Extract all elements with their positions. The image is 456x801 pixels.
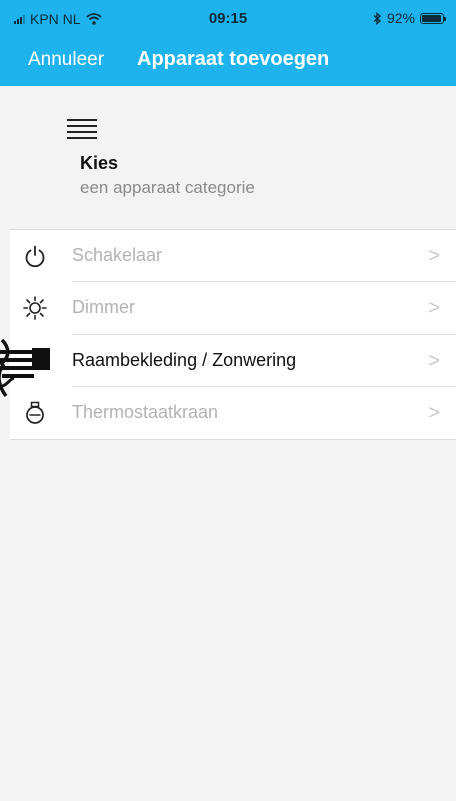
list-item-thermostaatkraan[interactable]: Thermostaatkraan > bbox=[10, 387, 456, 439]
list-item-label: Dimmer bbox=[72, 297, 135, 318]
chevron-right-icon: > bbox=[428, 297, 440, 320]
header-title: Kies bbox=[80, 153, 119, 173]
list-item-label: Raambekleding / Zonwering bbox=[72, 349, 297, 370]
power-icon bbox=[25, 245, 45, 268]
header-subtitle: een apparaat categorie bbox=[80, 178, 255, 197]
bluetooth-icon bbox=[373, 11, 382, 25]
status-right: 92% bbox=[373, 10, 446, 26]
header bbox=[0, 86, 456, 229]
list-item-dimmer[interactable]: Dimmer > bbox=[10, 282, 456, 335]
category-list: Schakelaar > Dimmer > Raambekleding / Zo… bbox=[10, 229, 456, 440]
battery-percent: 92% bbox=[386, 10, 415, 26]
list-item-label: Schakelaar bbox=[72, 245, 163, 265]
blinds-icon bbox=[0, 338, 50, 398]
list-item-label: Thermostaatkraan bbox=[72, 401, 219, 422]
chevron-right-icon: > bbox=[428, 245, 440, 267]
navigation-bar: Annuleer Apparaat toevoegen bbox=[0, 36, 456, 86]
sun-icon bbox=[23, 296, 47, 321]
cancel-button[interactable]: Annuleer bbox=[28, 49, 104, 71]
status-bar: KPN NL 09:15 92% bbox=[0, 0, 456, 36]
chevron-right-icon: > bbox=[428, 349, 440, 372]
menu-icon bbox=[67, 119, 97, 139]
battery-icon bbox=[420, 12, 446, 24]
chevron-right-icon: > bbox=[428, 401, 440, 424]
page-title: Apparaat toevoegen bbox=[137, 48, 330, 70]
list-item-schakelaar[interactable]: Schakelaar > bbox=[10, 230, 456, 283]
list-item-raambekleding[interactable]: Raambekleding / Zonwering > bbox=[10, 335, 456, 387]
thermostat-valve-icon bbox=[26, 401, 44, 424]
